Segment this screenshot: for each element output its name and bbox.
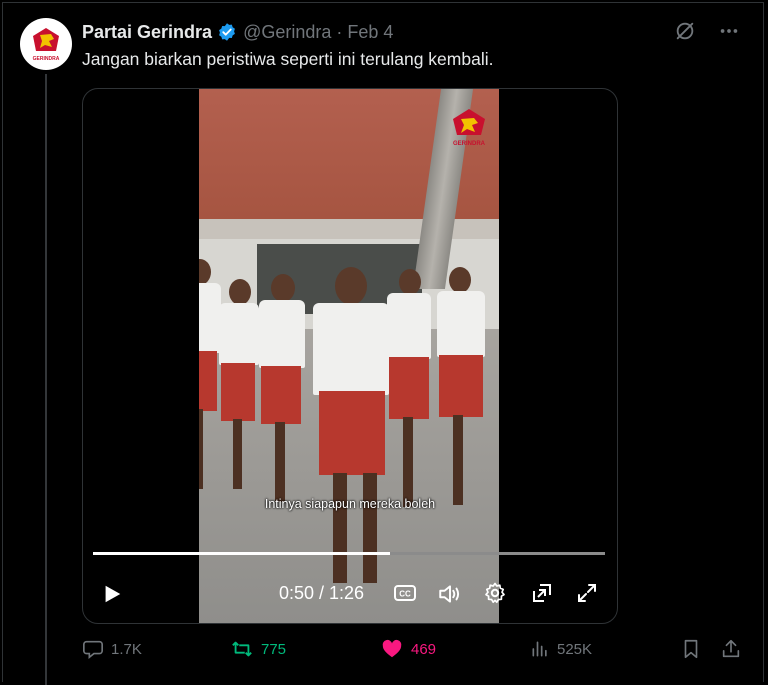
repost-count: 775 [261, 640, 287, 658]
avatar-logo-text: GERINDRA [33, 56, 60, 62]
share-button[interactable] [720, 638, 742, 660]
tweet-actions: 1.7K 775 469 525K [82, 638, 742, 664]
tweet-header: Partai Gerindra @Gerindra · Feb 4 [82, 20, 393, 44]
watermark-text: GERINDRA [453, 141, 486, 147]
video-time: 0:50 / 1:26 [279, 583, 365, 603]
more-icon[interactable] [718, 20, 740, 42]
views-count: 525K [557, 640, 593, 658]
reply-button[interactable]: 1.7K [82, 638, 142, 660]
views-button[interactable]: 525K [530, 638, 592, 660]
video-player[interactable]: GERINDRA Intinya siapapun mereka boleh 0… [82, 88, 618, 624]
settings-icon[interactable] [483, 581, 507, 605]
like-icon [382, 639, 402, 658]
reply-count: 1.7K [111, 640, 142, 658]
like-count: 469 [411, 640, 437, 658]
video-controls: 0:50 / 1:26 CC [83, 571, 617, 615]
gerindra-logo: GERINDRA [24, 22, 68, 66]
separator-dot: · [336, 21, 343, 42]
video-progress-bar[interactable] [93, 552, 605, 555]
repost-icon [232, 641, 252, 657]
play-icon[interactable] [101, 583, 123, 605]
author-name[interactable]: Partai Gerindra [82, 22, 212, 43]
bookmark-icon [684, 639, 698, 659]
video-frame[interactable]: GERINDRA [199, 89, 499, 623]
grok-icon[interactable] [674, 20, 696, 42]
repost-button[interactable]: 775 [230, 638, 286, 660]
views-icon [532, 641, 547, 657]
tweet-date[interactable]: Feb 4 [347, 22, 393, 43]
video-progress-fill [93, 552, 391, 555]
gerindra-watermark: GERINDRA [453, 109, 486, 147]
thread-line [45, 74, 47, 685]
bookmark-button[interactable] [680, 638, 702, 660]
like-button[interactable]: 469 [380, 638, 436, 660]
video-subtitle: Intinya siapapun mereka boleh [264, 497, 436, 511]
share-icon [722, 639, 740, 658]
fullscreen-icon[interactable] [575, 581, 599, 605]
author-handle[interactable]: @Gerindra [243, 22, 331, 43]
svg-text:CC: CC [399, 590, 411, 599]
verified-icon[interactable] [217, 22, 237, 42]
avatar[interactable]: GERINDRA [20, 18, 72, 70]
reply-icon [83, 640, 103, 659]
tweet-text: Jangan biarkan peristiwa seperti ini ter… [82, 49, 494, 69]
pip-icon[interactable] [530, 581, 554, 605]
captions-icon[interactable]: CC [393, 581, 417, 605]
volume-icon[interactable] [437, 581, 463, 607]
tweet-top-actions [674, 20, 740, 42]
